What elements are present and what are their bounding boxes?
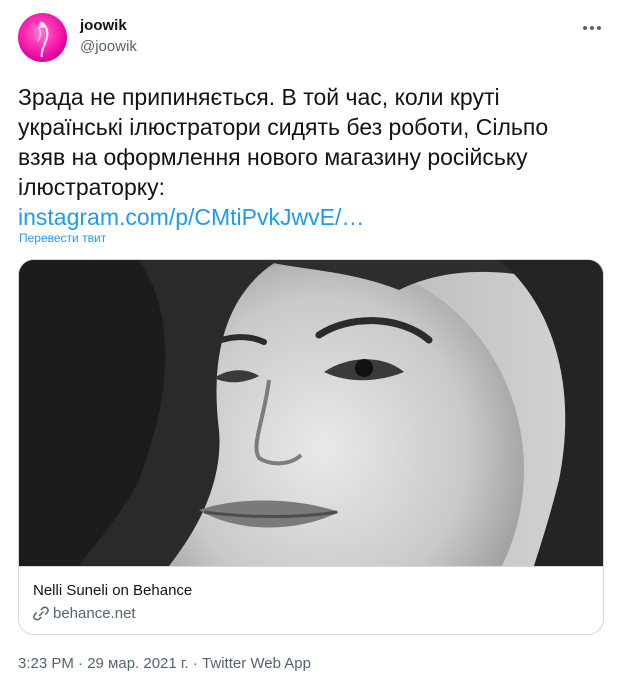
link-icon: [33, 606, 49, 621]
tweet-text-line: українські ілюстратори сидять без роботи…: [18, 114, 549, 140]
card-domain[interactable]: behance.net: [53, 605, 136, 622]
card-image: [19, 260, 603, 566]
tweet-text-line: Зрада не припиняється. В той час, коли к…: [18, 84, 500, 110]
translate-tweet-link[interactable]: Перевести твит: [19, 231, 106, 245]
card-divider: [19, 566, 603, 567]
display-name[interactable]: joowik: [80, 17, 127, 34]
more-options-icon[interactable]: [575, 13, 609, 43]
tweet-text-line: ілюстраторку:: [18, 174, 165, 200]
tweet-text: Зрада не припиняється. В той час, коли к…: [18, 82, 608, 232]
card-title[interactable]: Nelli Suneli on Behance: [33, 582, 192, 599]
tweet: joowik @joowik Зрада не припиняється. В …: [0, 0, 620, 688]
tweet-timestamp[interactable]: 3:23 PM · 29 мар. 2021 г. · Twitter Web …: [18, 655, 311, 672]
link-preview-card[interactable]: Nelli Suneli on Behance behance.net: [18, 259, 604, 635]
avatar[interactable]: [18, 13, 67, 62]
user-handle[interactable]: @joowik: [80, 38, 137, 55]
tweet-text-line: взяв на оформлення нового магазину росій…: [18, 144, 528, 170]
tweet-link[interactable]: instagram.com/p/CMtiPvkJwvE/…: [18, 202, 608, 232]
